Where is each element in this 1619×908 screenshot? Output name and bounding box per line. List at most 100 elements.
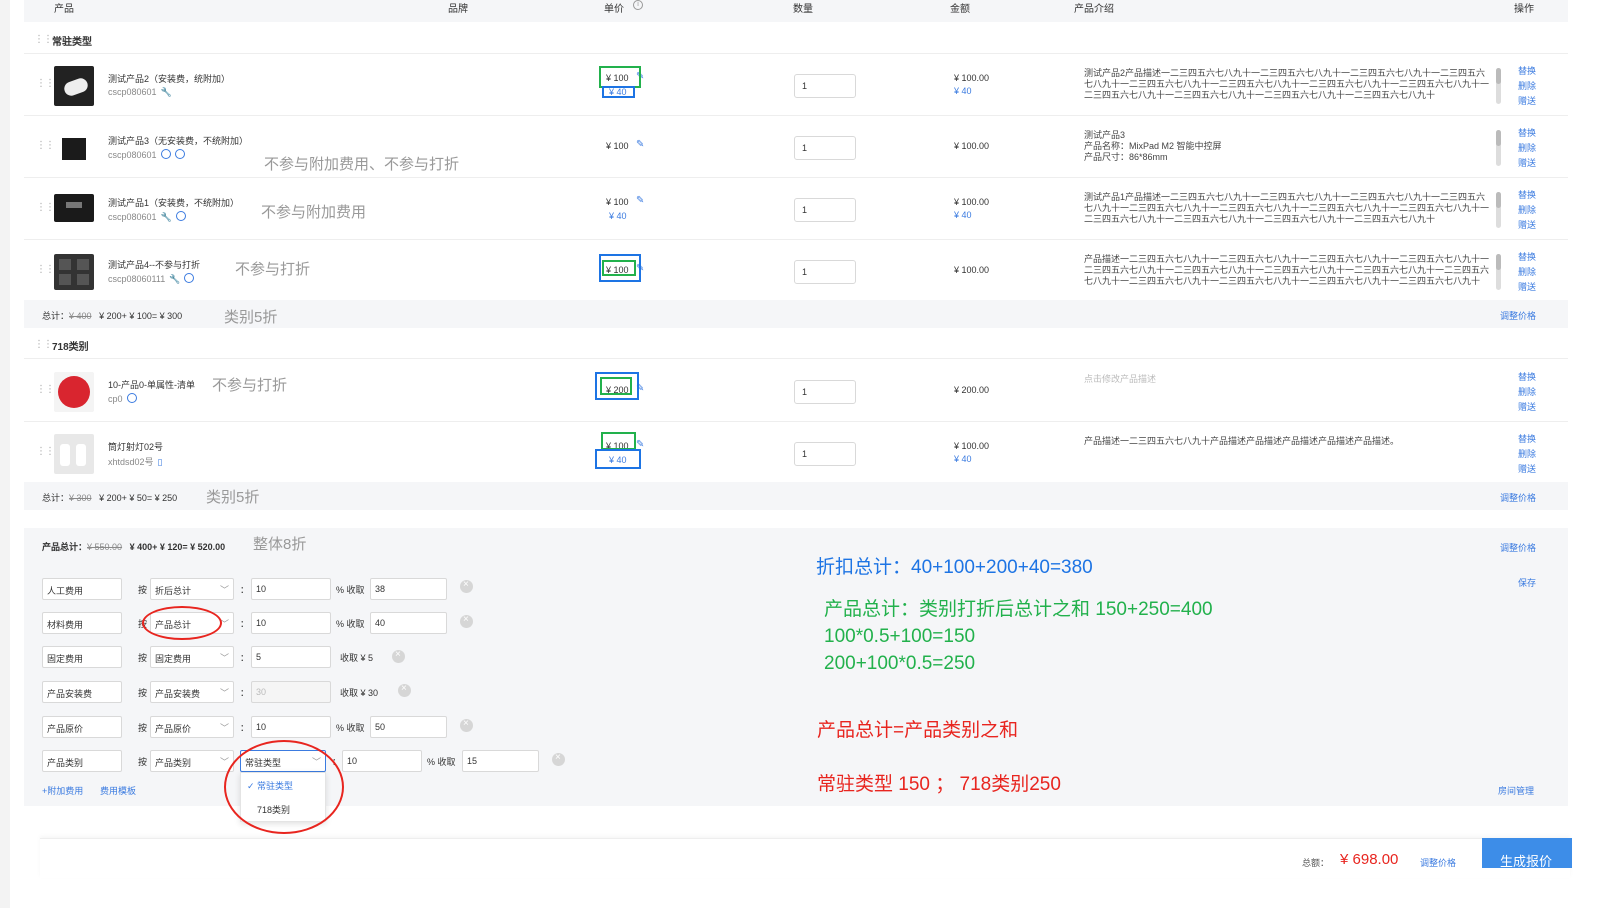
fee-name-input[interactable]: 产品原价 bbox=[42, 716, 122, 738]
gift-link[interactable]: 赠送 bbox=[1518, 156, 1536, 171]
fee-rate-input[interactable]: 5 bbox=[251, 646, 331, 668]
gift-link[interactable]: 赠送 bbox=[1518, 94, 1536, 109]
note-no-discount-2: 不参与打折 bbox=[212, 377, 288, 394]
fee-basis-select[interactable]: 产品类别 bbox=[150, 750, 234, 772]
delete-link[interactable]: 删除 bbox=[1518, 79, 1536, 94]
fee-name-input[interactable]: 产品类别 bbox=[42, 750, 122, 772]
adjust-price-link[interactable]: 调整价格 bbox=[1500, 309, 1536, 322]
amount: ¥ 100.00 bbox=[954, 141, 990, 151]
quantity-input[interactable]: 1 bbox=[794, 74, 856, 98]
delete-link[interactable]: 删除 bbox=[1518, 447, 1536, 462]
replace-link[interactable]: 替换 bbox=[1518, 432, 1536, 447]
annotation-green-2: 100*0.5+100=150 bbox=[824, 626, 976, 647]
drag-handle-icon[interactable]: ⋮⋮ bbox=[36, 264, 55, 275]
fee-basis-select[interactable]: 固定费用 bbox=[150, 646, 234, 668]
product-description[interactable]: 产品描述一二三四五六七八九十产品描述产品描述产品描述产品描述产品描述。 bbox=[1084, 436, 1489, 450]
replace-link[interactable]: 替换 bbox=[1518, 250, 1536, 265]
drag-handle-icon[interactable]: ⋮⋮ bbox=[36, 446, 55, 457]
desc-scrollbar[interactable] bbox=[1496, 68, 1501, 104]
highlight-box-blue bbox=[595, 449, 641, 469]
gift-link[interactable]: 赠送 bbox=[1518, 400, 1536, 415]
annotation-green-3: 200+100*0.5=250 bbox=[824, 653, 976, 674]
table-header: 产品 品牌 单价 i 数量 金额 产品介绍 操作 bbox=[24, 0, 1568, 22]
fee-collect-input[interactable]: 40 bbox=[370, 612, 447, 634]
clear-icon[interactable] bbox=[552, 752, 565, 766]
quote-editor-page: 产品 品牌 单价 i 数量 金额 产品介绍 操作 ⋮⋮ 常驻类型 ⋮⋮ 测试产品… bbox=[0, 0, 1619, 908]
amount: ¥ 100.00 bbox=[954, 197, 990, 207]
gift-link[interactable]: 赠送 bbox=[1518, 218, 1536, 233]
drag-handle-icon[interactable]: ⋮⋮ bbox=[36, 202, 55, 213]
product-description[interactable]: 测试产品1产品描述一二三四五六七八九十一二三四五六七八九十一二三四五六七八九十一… bbox=[1084, 192, 1489, 226]
annotation-green-1: 产品总计：类别打折后总计之和 150+250=400 bbox=[824, 599, 1213, 620]
quantity-input[interactable]: 1 bbox=[794, 442, 856, 466]
replace-link[interactable]: 替换 bbox=[1518, 188, 1536, 203]
fee-basis-select[interactable]: 折后总计 bbox=[150, 578, 234, 600]
adjust-price-link[interactable]: 调整价格 bbox=[1500, 491, 1536, 504]
delete-link[interactable]: 删除 bbox=[1518, 385, 1536, 400]
clear-icon[interactable] bbox=[392, 649, 405, 663]
delete-link[interactable]: 删除 bbox=[1518, 203, 1536, 218]
product-thumbnail bbox=[54, 434, 94, 474]
product-description[interactable]: 测试产品3 产品名称：MixPad M2 智能中控屏 产品尺寸：86*86mm bbox=[1084, 130, 1489, 164]
fee-name-input[interactable]: 材料费用 bbox=[42, 612, 122, 634]
fee-name-input[interactable]: 产品安装费 bbox=[42, 681, 122, 703]
replace-link[interactable]: 替换 bbox=[1518, 64, 1536, 79]
clear-icon[interactable] bbox=[398, 683, 411, 697]
col-quantity: 数量 bbox=[793, 4, 813, 15]
edit-pencil-icon[interactable]: ✎ bbox=[636, 195, 644, 206]
row-ops: 替换 删除 赠送 bbox=[1518, 126, 1536, 171]
fee-rate-input[interactable]: 10 bbox=[251, 612, 331, 634]
drag-handle-icon[interactable]: ⋮⋮ bbox=[34, 34, 53, 45]
replace-link[interactable]: 替换 bbox=[1518, 126, 1536, 141]
fee-collect-input[interactable]: 50 bbox=[370, 716, 447, 738]
delete-link[interactable]: 删除 bbox=[1518, 141, 1536, 156]
gift-link[interactable]: 赠送 bbox=[1518, 280, 1536, 295]
by-label: 按 bbox=[138, 723, 148, 733]
group-header-resident: ⋮⋮ 常驻类型 bbox=[24, 24, 1568, 54]
product-name: 测试产品4--不参与打折 bbox=[108, 260, 201, 270]
drag-handle-icon[interactable]: ⋮⋮ bbox=[34, 339, 53, 350]
fee-name-input[interactable]: 固定费用 bbox=[42, 646, 122, 668]
quantity-input[interactable]: 1 bbox=[794, 380, 856, 404]
clear-icon[interactable] bbox=[460, 718, 473, 732]
product-description-placeholder[interactable]: 点击修改产品描述 bbox=[1084, 374, 1489, 388]
fee-collect-input[interactable]: 15 bbox=[462, 750, 539, 772]
fee-basis-select[interactable]: 产品安装费 bbox=[150, 681, 234, 703]
adjust-price-link[interactable]: 调整价格 bbox=[1500, 541, 1536, 554]
save-link[interactable]: 保存 bbox=[1518, 576, 1536, 589]
quantity-input[interactable]: 1 bbox=[794, 198, 856, 222]
product-description[interactable]: 测试产品2产品描述一二三四五六七八九十一二三四五六七八九十一二三四五六七八九十一… bbox=[1084, 68, 1489, 102]
generate-quote-button[interactable]: 生成报价 bbox=[1482, 838, 1572, 869]
footer-adjust-link[interactable]: 调整价格 bbox=[1420, 856, 1456, 869]
table-row: ⋮⋮ 筒灯射灯02号 xhtdsd02号 ▯ ¥ 100 ¥ 40 ✎ 1 ¥ 1… bbox=[24, 422, 1568, 484]
fee-name-input[interactable]: 人工费用 bbox=[42, 578, 122, 600]
amount: ¥ 100.00 bbox=[954, 265, 990, 275]
by-label: 按 bbox=[138, 653, 148, 663]
product-description[interactable]: 产品描述一二三四五六七八九十一二三四五六七八九十一二三四五六七八九十一二三四五六… bbox=[1084, 254, 1489, 288]
desc-scrollbar[interactable] bbox=[1496, 192, 1501, 228]
desc-scrollbar[interactable] bbox=[1496, 130, 1501, 166]
drag-handle-icon[interactable]: ⋮⋮ bbox=[36, 140, 55, 151]
fixed-collect-label: 收取 ¥ 5 bbox=[340, 653, 374, 663]
quantity-input[interactable]: 1 bbox=[794, 260, 856, 284]
fee-basis-select[interactable]: 产品原价 bbox=[150, 716, 234, 738]
fee-rate-input[interactable]: 10 bbox=[251, 578, 331, 600]
room-manage-link[interactable]: 房间管理 bbox=[1498, 784, 1534, 797]
highlight-box-green bbox=[601, 432, 636, 450]
add-fee-link[interactable]: +附加费用 bbox=[42, 784, 83, 797]
replace-link[interactable]: 替换 bbox=[1518, 370, 1536, 385]
gift-link[interactable]: 赠送 bbox=[1518, 462, 1536, 477]
fee-collect-input[interactable]: 38 bbox=[370, 578, 447, 600]
quantity-input[interactable]: 1 bbox=[794, 136, 856, 160]
delete-link[interactable]: 删除 bbox=[1518, 265, 1536, 280]
clear-icon[interactable] bbox=[460, 614, 473, 628]
clear-icon[interactable] bbox=[460, 579, 473, 593]
edit-pencil-icon[interactable]: ✎ bbox=[636, 139, 644, 150]
drag-handle-icon[interactable]: ⋮⋮ bbox=[36, 78, 55, 89]
drag-handle-icon[interactable]: ⋮⋮ bbox=[36, 384, 55, 395]
info-icon[interactable]: i bbox=[633, 0, 643, 10]
fee-rate-input[interactable]: 10 bbox=[251, 716, 331, 738]
fee-rate-input[interactable]: 10 bbox=[342, 750, 422, 772]
fee-template-link[interactable]: 费用模板 bbox=[100, 784, 136, 797]
desc-scrollbar[interactable] bbox=[1496, 254, 1501, 290]
